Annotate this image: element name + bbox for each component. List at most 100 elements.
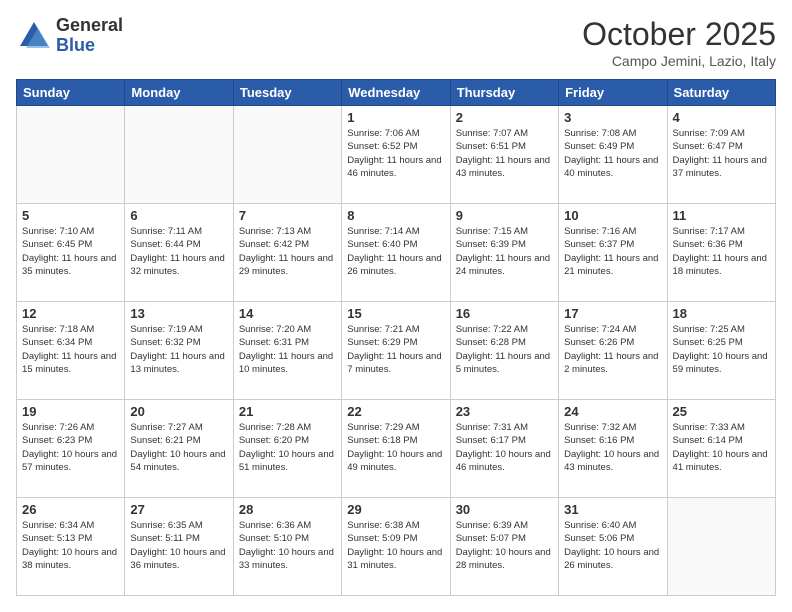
day-number: 8: [347, 208, 444, 223]
day-number: 3: [564, 110, 661, 125]
calendar-cell: 10 Sunrise: 7:16 AM Sunset: 6:37 PM Dayli…: [559, 204, 667, 302]
day-info: Sunrise: 7:27 AM Sunset: 6:21 PM Dayligh…: [130, 421, 227, 474]
calendar-week-row: 12 Sunrise: 7:18 AM Sunset: 6:34 PM Dayli…: [17, 302, 776, 400]
day-number: 30: [456, 502, 553, 517]
header: General Blue October 2025 Campo Jemini, …: [16, 16, 776, 69]
logo-blue-text: Blue: [56, 36, 123, 56]
col-thursday: Thursday: [450, 80, 558, 106]
day-number: 31: [564, 502, 661, 517]
col-sunday: Sunday: [17, 80, 125, 106]
calendar-week-row: 26 Sunrise: 6:34 AM Sunset: 5:13 PM Dayli…: [17, 498, 776, 596]
day-number: 5: [22, 208, 119, 223]
day-number: 12: [22, 306, 119, 321]
day-info: Sunrise: 7:31 AM Sunset: 6:17 PM Dayligh…: [456, 421, 553, 474]
calendar-cell: 30Sunrise: 6:39 AM Sunset: 5:07 PM Dayli…: [450, 498, 558, 596]
day-number: 14: [239, 306, 336, 321]
day-info: Sunrise: 7:24 AM Sunset: 6:26 PM Dayligh…: [564, 323, 661, 376]
day-info: Sunrise: 7:09 AM Sunset: 6:47 PM Dayligh…: [673, 127, 770, 180]
day-number: 27: [130, 502, 227, 517]
day-number: 17: [564, 306, 661, 321]
day-info: Sunrise: 6:34 AM Sunset: 5:13 PM Dayligh…: [22, 519, 119, 572]
col-wednesday: Wednesday: [342, 80, 450, 106]
day-info: Sunrise: 7:19 AM Sunset: 6:32 PM Dayligh…: [130, 323, 227, 376]
day-number: 28: [239, 502, 336, 517]
day-info: Sunrise: 6:40 AM Sunset: 5:06 PM Dayligh…: [564, 519, 661, 572]
day-info: Sunrise: 7:22 AM Sunset: 6:28 PM Dayligh…: [456, 323, 553, 376]
day-number: 18: [673, 306, 770, 321]
calendar-cell: 13 Sunrise: 7:19 AM Sunset: 6:32 PM Dayli…: [125, 302, 233, 400]
day-number: 15: [347, 306, 444, 321]
day-number: 7: [239, 208, 336, 223]
calendar-header-row: Sunday Monday Tuesday Wednesday Thursday…: [17, 80, 776, 106]
day-number: 25: [673, 404, 770, 419]
calendar-cell: 9 Sunrise: 7:15 AM Sunset: 6:39 PM Daylig…: [450, 204, 558, 302]
day-info: Sunrise: 7:07 AM Sunset: 6:51 PM Dayligh…: [456, 127, 553, 180]
day-number: 19: [22, 404, 119, 419]
calendar-cell: 8 Sunrise: 7:14 AM Sunset: 6:40 PM Daylig…: [342, 204, 450, 302]
calendar-cell: 11 Sunrise: 7:17 AM Sunset: 6:36 PM Dayli…: [667, 204, 775, 302]
day-number: 26: [22, 502, 119, 517]
day-number: 21: [239, 404, 336, 419]
calendar-cell: 16 Sunrise: 7:22 AM Sunset: 6:28 PM Dayli…: [450, 302, 558, 400]
day-number: 11: [673, 208, 770, 223]
day-info: Sunrise: 7:11 AM Sunset: 6:44 PM Dayligh…: [130, 225, 227, 278]
calendar-cell: 4 Sunrise: 7:09 AM Sunset: 6:47 PM Daylig…: [667, 106, 775, 204]
day-number: 20: [130, 404, 227, 419]
location: Campo Jemini, Lazio, Italy: [582, 53, 776, 69]
day-info: Sunrise: 7:20 AM Sunset: 6:31 PM Dayligh…: [239, 323, 336, 376]
calendar-cell: 14 Sunrise: 7:20 AM Sunset: 6:31 PM Dayli…: [233, 302, 341, 400]
calendar-cell: [667, 498, 775, 596]
calendar-cell: 29Sunrise: 6:38 AM Sunset: 5:09 PM Dayli…: [342, 498, 450, 596]
calendar-week-row: 19 Sunrise: 7:26 AM Sunset: 6:23 PM Dayli…: [17, 400, 776, 498]
calendar-cell: 23 Sunrise: 7:31 AM Sunset: 6:17 PM Dayli…: [450, 400, 558, 498]
day-info: Sunrise: 7:26 AM Sunset: 6:23 PM Dayligh…: [22, 421, 119, 474]
calendar-cell: 17 Sunrise: 7:24 AM Sunset: 6:26 PM Dayli…: [559, 302, 667, 400]
calendar-cell: 2Sunrise: 7:07 AM Sunset: 6:51 PM Daylig…: [450, 106, 558, 204]
day-number: 23: [456, 404, 553, 419]
calendar-cell: 24 Sunrise: 7:32 AM Sunset: 6:16 PM Dayli…: [559, 400, 667, 498]
day-number: 22: [347, 404, 444, 419]
title-block: October 2025 Campo Jemini, Lazio, Italy: [582, 16, 776, 69]
calendar-cell: 31 Sunrise: 6:40 AM Sunset: 5:06 PM Dayli…: [559, 498, 667, 596]
page: General Blue October 2025 Campo Jemini, …: [0, 0, 792, 612]
day-info: Sunrise: 7:14 AM Sunset: 6:40 PM Dayligh…: [347, 225, 444, 278]
day-number: 1: [347, 110, 444, 125]
calendar-cell: 1Sunrise: 7:06 AM Sunset: 6:52 PM Daylig…: [342, 106, 450, 204]
logo-text: General Blue: [56, 16, 123, 56]
calendar-cell: 25 Sunrise: 7:33 AM Sunset: 6:14 PM Dayli…: [667, 400, 775, 498]
day-info: Sunrise: 7:29 AM Sunset: 6:18 PM Dayligh…: [347, 421, 444, 474]
day-number: 9: [456, 208, 553, 223]
calendar-cell: 20 Sunrise: 7:27 AM Sunset: 6:21 PM Dayli…: [125, 400, 233, 498]
day-info: Sunrise: 7:18 AM Sunset: 6:34 PM Dayligh…: [22, 323, 119, 376]
col-tuesday: Tuesday: [233, 80, 341, 106]
day-number: 10: [564, 208, 661, 223]
day-number: 4: [673, 110, 770, 125]
day-info: Sunrise: 7:33 AM Sunset: 6:14 PM Dayligh…: [673, 421, 770, 474]
calendar-cell: 26 Sunrise: 6:34 AM Sunset: 5:13 PM Dayli…: [17, 498, 125, 596]
day-info: Sunrise: 7:28 AM Sunset: 6:20 PM Dayligh…: [239, 421, 336, 474]
day-info: Sunrise: 7:17 AM Sunset: 6:36 PM Dayligh…: [673, 225, 770, 278]
calendar-cell: 5Sunrise: 7:10 AM Sunset: 6:45 PM Daylig…: [17, 204, 125, 302]
day-number: 16: [456, 306, 553, 321]
day-number: 6: [130, 208, 227, 223]
day-info: Sunrise: 7:15 AM Sunset: 6:39 PM Dayligh…: [456, 225, 553, 278]
day-number: 29: [347, 502, 444, 517]
day-info: Sunrise: 7:32 AM Sunset: 6:16 PM Dayligh…: [564, 421, 661, 474]
calendar-cell: [17, 106, 125, 204]
day-info: Sunrise: 7:08 AM Sunset: 6:49 PM Dayligh…: [564, 127, 661, 180]
logo-icon: [16, 18, 52, 54]
day-number: 24: [564, 404, 661, 419]
day-info: Sunrise: 7:21 AM Sunset: 6:29 PM Dayligh…: [347, 323, 444, 376]
day-info: Sunrise: 7:25 AM Sunset: 6:25 PM Dayligh…: [673, 323, 770, 376]
calendar-cell: 28 Sunrise: 6:36 AM Sunset: 5:10 PM Dayli…: [233, 498, 341, 596]
day-info: Sunrise: 7:13 AM Sunset: 6:42 PM Dayligh…: [239, 225, 336, 278]
day-info: Sunrise: 7:16 AM Sunset: 6:37 PM Dayligh…: [564, 225, 661, 278]
month-title: October 2025: [582, 16, 776, 53]
day-number: 13: [130, 306, 227, 321]
day-info: Sunrise: 6:36 AM Sunset: 5:10 PM Dayligh…: [239, 519, 336, 572]
calendar-cell: 7 Sunrise: 7:13 AM Sunset: 6:42 PM Daylig…: [233, 204, 341, 302]
col-saturday: Saturday: [667, 80, 775, 106]
calendar-cell: 22 Sunrise: 7:29 AM Sunset: 6:18 PM Dayli…: [342, 400, 450, 498]
calendar-cell: [125, 106, 233, 204]
calendar-week-row: 1Sunrise: 7:06 AM Sunset: 6:52 PM Daylig…: [17, 106, 776, 204]
